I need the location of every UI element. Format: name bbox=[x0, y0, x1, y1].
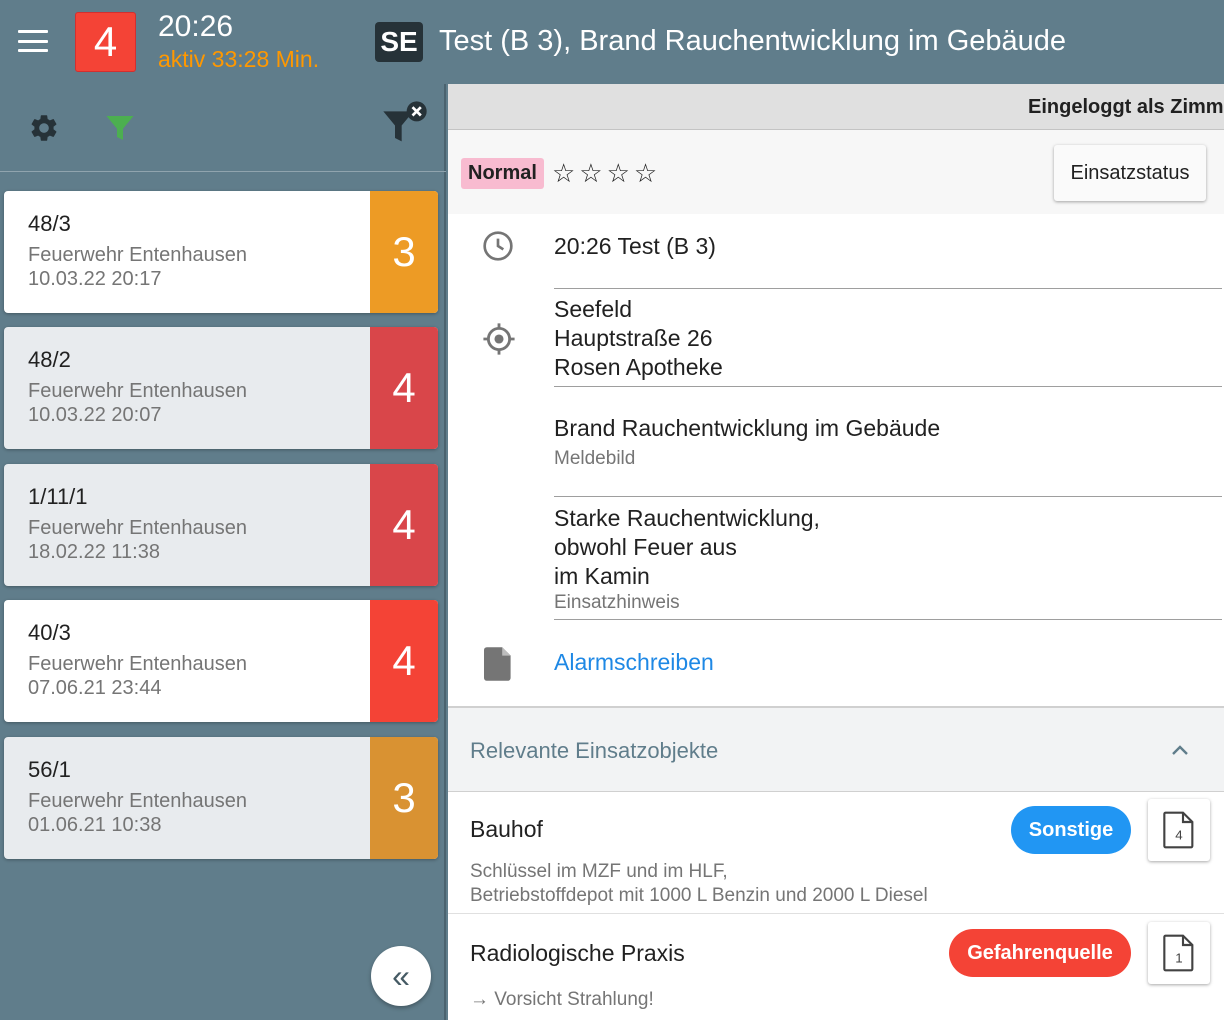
incident-card[interactable]: 40/3 Feuerwehr Entenhausen 07.06.21 23:44 4 bbox=[4, 600, 438, 722]
incident-org: Feuerwehr Entenhausen bbox=[28, 380, 248, 402]
menu-button[interactable] bbox=[18, 30, 48, 52]
location-street: Hauptstraße 26 bbox=[554, 325, 713, 351]
incident-date: 07.06.21 23:44 bbox=[28, 677, 162, 699]
einsatzstatus-button[interactable]: Einsatzstatus bbox=[1054, 145, 1206, 201]
incident-card-body: 48/3 Feuerwehr Entenhausen 10.03.22 20:17 bbox=[4, 191, 370, 313]
meldebild-block: Brand Rauchentwicklung im Gebäude Meldeb… bbox=[554, 414, 940, 471]
section-title: Relevante Einsatzobjekte bbox=[470, 738, 719, 763]
object-desc-bauhof: Schlüssel im MZF und im HLF, Betriebstof… bbox=[470, 861, 928, 906]
einsatzhinweis-label: Einsatzhinweis bbox=[554, 592, 680, 613]
incident-status: 3 bbox=[370, 737, 438, 859]
filter-clear-icon[interactable] bbox=[380, 98, 430, 148]
einsatzhinweis-block: Starke Rauchentwicklung, obwohl Feuer au… bbox=[554, 505, 820, 613]
incident-card[interactable]: 56/1 Feuerwehr Entenhausen 01.06.21 10:38 3 bbox=[4, 737, 438, 859]
tag-sonstige[interactable]: Sonstige bbox=[1011, 806, 1131, 854]
menu-icon bbox=[18, 30, 48, 33]
object-name-bauhof: Bauhof bbox=[470, 816, 543, 842]
priority-row: Normal ☆☆☆☆ Einsatzstatus bbox=[448, 130, 1224, 214]
object-docs-button[interactable]: 1 bbox=[1148, 922, 1210, 984]
incident-date: 10.03.22 20:07 bbox=[28, 404, 162, 426]
se-badge: SE bbox=[375, 22, 423, 62]
incident-number: 48/3 bbox=[28, 211, 71, 236]
incident-title: Test (B 3), Brand Rauchentwicklung im Ge… bbox=[439, 25, 1067, 57]
incident-sidebar: 48/3 Feuerwehr Entenhausen 10.03.22 20:17 3… bbox=[0, 84, 446, 1020]
incident-card-body: 1/11/1 Feuerwehr Entenhausen 18.02.22 11:3… bbox=[4, 464, 370, 586]
rating-stars[interactable]: ☆☆☆☆ bbox=[552, 158, 661, 189]
location-city: Seefeld bbox=[554, 296, 633, 322]
vehicle-status-badge[interactable]: 4 bbox=[75, 12, 136, 72]
incident-number: 48/2 bbox=[28, 347, 71, 372]
gear-icon[interactable] bbox=[28, 112, 60, 144]
incident-org: Feuerwehr Entenhausen bbox=[28, 244, 248, 266]
incident-card[interactable]: 48/2 Feuerwehr Entenhausen 10.03.22 20:07 4 bbox=[4, 327, 438, 449]
relevant-objects-header[interactable]: Relevante Einsatzobjekte bbox=[448, 706, 1224, 792]
incident-date: 18.02.22 11:38 bbox=[28, 541, 160, 563]
gps-target-icon bbox=[483, 323, 515, 355]
incident-detail: Eingeloggt als Zimme Normal ☆☆☆☆ Einsatz… bbox=[448, 84, 1224, 1020]
chevron-up-icon[interactable] bbox=[1168, 738, 1192, 762]
clock-icon bbox=[483, 231, 513, 261]
incident-number: 56/1 bbox=[28, 757, 71, 782]
incident-number: 1/11/1 bbox=[28, 484, 88, 509]
incident-date: 10.03.22 20:17 bbox=[28, 268, 162, 290]
incident-org: Feuerwehr Entenhausen bbox=[28, 790, 248, 812]
incident-number: 40/3 bbox=[28, 620, 71, 645]
doc-count: 4 bbox=[1175, 827, 1183, 842]
alarmschreiben-link[interactable]: Alarmschreiben bbox=[554, 648, 714, 677]
incident-card-body: 48/2 Feuerwehr Entenhausen 10.03.22 20:07 bbox=[4, 327, 370, 449]
incident-card-body: 40/3 Feuerwehr Entenhausen 07.06.21 23:44 bbox=[4, 600, 370, 722]
meldebild-text: Brand Rauchentwicklung im Gebäude bbox=[554, 415, 941, 441]
app-header: 4 20:26 aktiv 33:28 Min. SE Test (B 3), … bbox=[0, 0, 1224, 84]
incident-card[interactable]: 48/3 Feuerwehr Entenhausen 10.03.22 20:17 3 bbox=[4, 191, 438, 313]
document-count-icon: 4 bbox=[1163, 811, 1194, 849]
sidebar-toolbar bbox=[0, 84, 446, 172]
incident-date: 01.06.21 10:38 bbox=[28, 814, 162, 836]
incident-status: 4 bbox=[370, 600, 438, 722]
incident-status: 4 bbox=[370, 327, 438, 449]
location-block: Seefeld Hauptstraße 26 Rosen Apotheke bbox=[554, 295, 723, 382]
filter-icon[interactable] bbox=[102, 110, 138, 146]
meldebild-label: Meldebild bbox=[554, 448, 636, 469]
document-count-icon: 1 bbox=[1163, 934, 1194, 972]
incident-card[interactable]: 1/11/1 Feuerwehr Entenhausen 18.02.22 11:3… bbox=[4, 464, 438, 586]
incident-status: 3 bbox=[370, 191, 438, 313]
incident-org: Feuerwehr Entenhausen bbox=[28, 653, 248, 675]
object-desc-radiologie: → Vorsicht Strahlung! bbox=[470, 989, 654, 1010]
tag-gefahrenquelle[interactable]: Gefahrenquelle bbox=[949, 929, 1131, 977]
incident-org: Feuerwehr Entenhausen bbox=[28, 517, 248, 539]
object-name-radiologie: Radiologische Praxis bbox=[470, 940, 685, 966]
active-duration: aktiv 33:28 Min. bbox=[158, 46, 320, 72]
object-docs-button[interactable]: 4 bbox=[1148, 799, 1210, 861]
incident-status: 4 bbox=[370, 464, 438, 586]
location-object: Rosen Apotheke bbox=[554, 354, 723, 380]
collapse-sidebar-button[interactable]: « bbox=[371, 946, 431, 1006]
login-text: Eingeloggt als Zimme bbox=[1028, 96, 1224, 118]
time-row: 20:26 Test (B 3) bbox=[554, 233, 716, 259]
header-time: 20:26 bbox=[158, 10, 234, 43]
login-bar: Eingeloggt als Zimme bbox=[448, 84, 1224, 130]
doc-count: 1 bbox=[1175, 950, 1182, 965]
document-icon bbox=[484, 647, 511, 681]
priority-badge: Normal bbox=[461, 158, 544, 189]
incident-card-body: 56/1 Feuerwehr Entenhausen 01.06.21 10:38 bbox=[4, 737, 370, 859]
